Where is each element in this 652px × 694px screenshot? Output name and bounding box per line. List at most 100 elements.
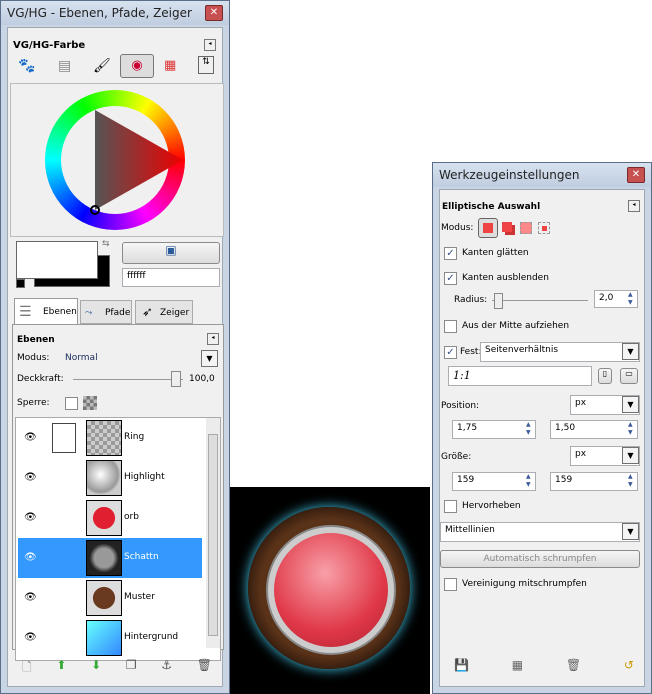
title-bar[interactable]: VG/HG - Ebenen, Pfade, Zeiger [1,1,229,25]
spin-arrows-icon: ▲ ▼ [628,421,633,436]
highlight-label: Hervorheben [462,501,521,511]
spin-arrows-icon: ▲ ▼ [628,473,633,488]
printer-icon[interactable]: ▤ [58,58,71,74]
shrink-merged-checkbox[interactable] [444,578,457,591]
mode-subtract-icon[interactable] [520,222,532,234]
mode-add-icon[interactable] [502,222,512,232]
panel-menu-icon[interactable]: ◂ [628,200,640,212]
position-y-input[interactable]: 1,50 ▲ ▼ [550,420,638,439]
size-height-input[interactable]: 159 ▲ ▼ [550,472,638,491]
fixed-dropdown[interactable]: Seitenverhältnis [480,342,640,362]
layer-row-selected[interactable]: 👁 Schattn [18,538,202,578]
portrait-icon[interactable]: ▯ [598,368,612,384]
chevron-down-icon[interactable]: ▼ [622,396,639,413]
layer-thumbnail [86,540,122,576]
eyedropper-icon: ▣ [165,243,177,257]
hex-color-input[interactable]: ffffff [122,268,220,287]
position-x-input[interactable]: 1,75 ▲ ▼ [452,420,536,439]
tab-layers[interactable]: ☰ Ebenen [14,298,78,324]
lock-alpha-icon[interactable] [83,396,97,410]
eye-icon: 👁 [24,632,37,643]
new-layer-icon[interactable]: 🗋 [22,658,32,679]
panel-menu-icon[interactable]: ◂ [204,39,216,51]
window-title: VG/HG - Ebenen, Pfade, Zeiger [7,6,192,20]
layer-row[interactable]: 👁 Ring [18,418,202,458]
eye-icon: 👁 [24,592,37,603]
antialias-checkbox[interactable]: ✓ [444,247,457,260]
panel-menu-icon[interactable]: ◂ [207,333,219,345]
sliders-icon[interactable]: ⇅ [198,56,214,74]
auto-shrink-button[interactable]: Automatisch schrumpfen [440,550,640,568]
layer-row[interactable]: 👁 orb [18,498,202,538]
palette-icon[interactable]: ▦ [164,58,176,73]
delete-preset-icon[interactable]: 🗑 [566,658,581,672]
landscape-icon[interactable]: ▭ [620,368,638,384]
highlight-checkbox[interactable] [444,500,457,513]
ratio-input[interactable]: 1:1 [448,366,592,386]
close-button[interactable]: ✕ [627,167,645,183]
tab-pointer[interactable]: ➶ Zeiger [135,300,193,324]
layer-row[interactable]: 👁 Muster [18,578,202,618]
layer-list: 👁 Ring 👁 Highlight 👁 orb 👁 Schattn 👁 Muster 👁… [15,417,221,661]
layer-thumbnail [86,580,122,616]
raise-layer-icon[interactable]: ⬆ [56,658,66,679]
gimp-icon[interactable]: 🐾 [18,58,35,74]
fixed-checkbox[interactable]: ✓ [444,346,457,359]
layers-panel-title: Ebenen [17,335,55,345]
opacity-value[interactable]: 100,0 [189,374,215,384]
duplicate-layer-icon[interactable]: ❐ [126,658,137,679]
feather-checkbox[interactable]: ✓ [444,272,457,285]
paths-icon: ⤳ [85,308,93,318]
mode-dropdown[interactable]: ▼ [201,350,218,367]
pointer-icon: ➶ [142,305,153,320]
opacity-slider[interactable] [73,379,183,380]
color-wheel[interactable] [10,83,224,237]
window-title: Werkzeugeinstellungen [439,168,580,182]
mode-label: Modus: [441,223,474,233]
layer-row[interactable]: 👁 Hintergrund [18,618,202,658]
fg-bg-color-selector[interactable]: ⇆ [16,239,110,291]
mode-intersect-icon[interactable] [538,222,550,234]
opacity-slider-handle[interactable] [171,371,181,387]
spin-arrows-icon: ▲ ▼ [628,291,633,306]
color-wheel-tab-icon[interactable]: ◉ [120,54,154,78]
restore-preset-icon[interactable]: ▦ [512,658,523,672]
close-button[interactable]: ✕ [205,5,223,21]
canvas-preview-image [230,487,430,694]
layers-icon: ☰ [19,304,32,320]
layer-row[interactable]: 👁 Highlight [18,458,202,498]
spin-arrows-icon: ▲ ▼ [526,421,531,436]
color-picker-button[interactable]: ▣ [122,242,220,264]
tab-paths[interactable]: ⤳ Pfade [80,300,132,324]
reset-icon[interactable]: ↺ [624,658,634,672]
radius-input[interactable]: 2,0 ▲ ▼ [594,290,638,308]
lower-layer-icon[interactable]: ⬇ [91,658,101,679]
delete-layer-icon[interactable]: 🗑 [197,658,212,679]
radius-slider-handle[interactable] [494,293,503,309]
chevron-down-icon[interactable]: ▼ [622,523,639,540]
layer-mask-thumbnail [52,423,76,453]
chevron-down-icon[interactable]: ▼ [622,343,639,360]
save-preset-icon[interactable]: 💾 [454,658,469,672]
radius-slider[interactable] [492,300,588,301]
title-bar[interactable]: Werkzeugeinstellungen [433,163,651,187]
anchor-layer-icon[interactable]: ⚓ [161,658,172,679]
chevron-down-icon[interactable]: ▼ [622,447,639,464]
layer-thumbnail [86,420,122,456]
color-panel-title: VG/HG-Farbe [13,40,86,51]
mode-value[interactable]: Normal [65,353,98,363]
layer-list-scrollbar[interactable] [206,418,220,648]
mode-label: Modus: [17,353,50,363]
mode-replace-icon[interactable] [478,218,498,238]
lock-pixels-checkbox[interactable] [65,397,78,410]
layer-thumbnail [86,500,122,536]
size-width-input[interactable]: 159 ▲ ▼ [452,472,536,491]
tool-title: Elliptische Auswahl [442,202,541,212]
eye-icon: 👁 [24,552,37,563]
guides-dropdown[interactable]: Mittellinien [440,522,640,542]
layers-dock-window: VG/HG - Ebenen, Pfade, Zeiger ✕ VG/HG-Fa… [0,0,230,694]
expand-center-checkbox[interactable] [444,320,457,333]
spin-arrows-icon: ▲ ▼ [526,473,531,488]
brush-icon[interactable]: 🖌 [93,58,111,74]
radius-label: Radius: [454,295,488,305]
